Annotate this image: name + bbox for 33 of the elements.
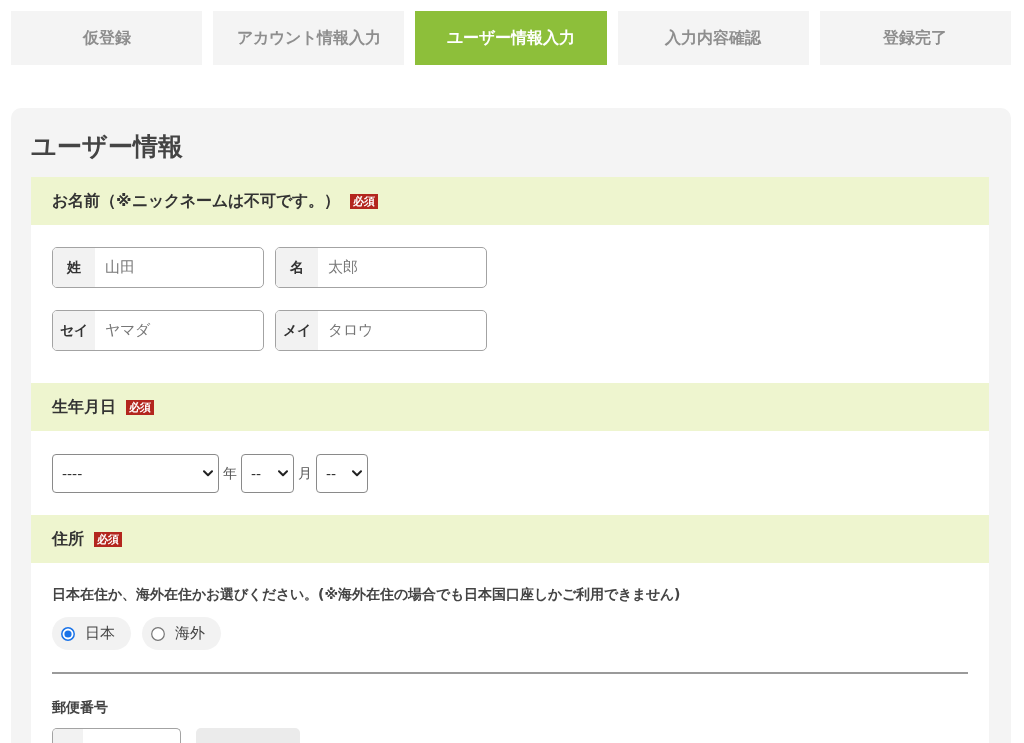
field-label: 名	[276, 248, 318, 287]
field-label: セイ	[53, 311, 95, 350]
progress-step: アカウント情報入力	[213, 11, 405, 65]
required-badge: 必須	[94, 531, 122, 547]
form-title: ユーザー情報	[31, 131, 184, 163]
unit-label: 月	[298, 464, 312, 483]
radio-option[interactable]: 海外	[142, 617, 221, 650]
select-field[interactable]: --	[241, 454, 294, 493]
progress-step: ユーザー情報入力	[415, 11, 607, 65]
section-title: 生年月日	[52, 396, 116, 418]
required-badge: 必須	[126, 399, 154, 415]
text-field[interactable]: 名 太郎	[275, 247, 487, 288]
chevron-down-icon	[278, 470, 288, 477]
chevron-down-icon	[352, 470, 362, 477]
progress-step: 仮登録	[11, 11, 203, 65]
progress-step: 入力内容確認	[617, 11, 809, 65]
field-label: メイ	[276, 311, 318, 350]
progress-step: 登録完了	[819, 11, 1011, 65]
field-label: 姓	[53, 248, 95, 287]
input-field[interactable]	[52, 728, 181, 743]
required-badge: 必須	[349, 193, 378, 209]
section-title: お名前（※ニックネームは不可です。）	[52, 190, 340, 212]
radio-option[interactable]: 日本	[52, 617, 131, 650]
text-field[interactable]: メイ タロウ	[275, 310, 487, 351]
unit-label: 年	[223, 464, 237, 483]
chevron-down-icon	[203, 470, 213, 477]
text-field[interactable]: セイ ヤマダ	[52, 310, 264, 351]
instruction-text: 日本在住か、海外在住かお選びください。(※海外在住の場合でも日本国口座しかご利用できません)	[52, 585, 682, 604]
section-title: 住所	[52, 528, 84, 550]
text-field[interactable]: 姓 山田	[52, 247, 264, 288]
select-field[interactable]: --	[316, 454, 368, 493]
select-field[interactable]: ----	[52, 454, 219, 493]
field-heading: 郵便番号	[52, 698, 109, 717]
